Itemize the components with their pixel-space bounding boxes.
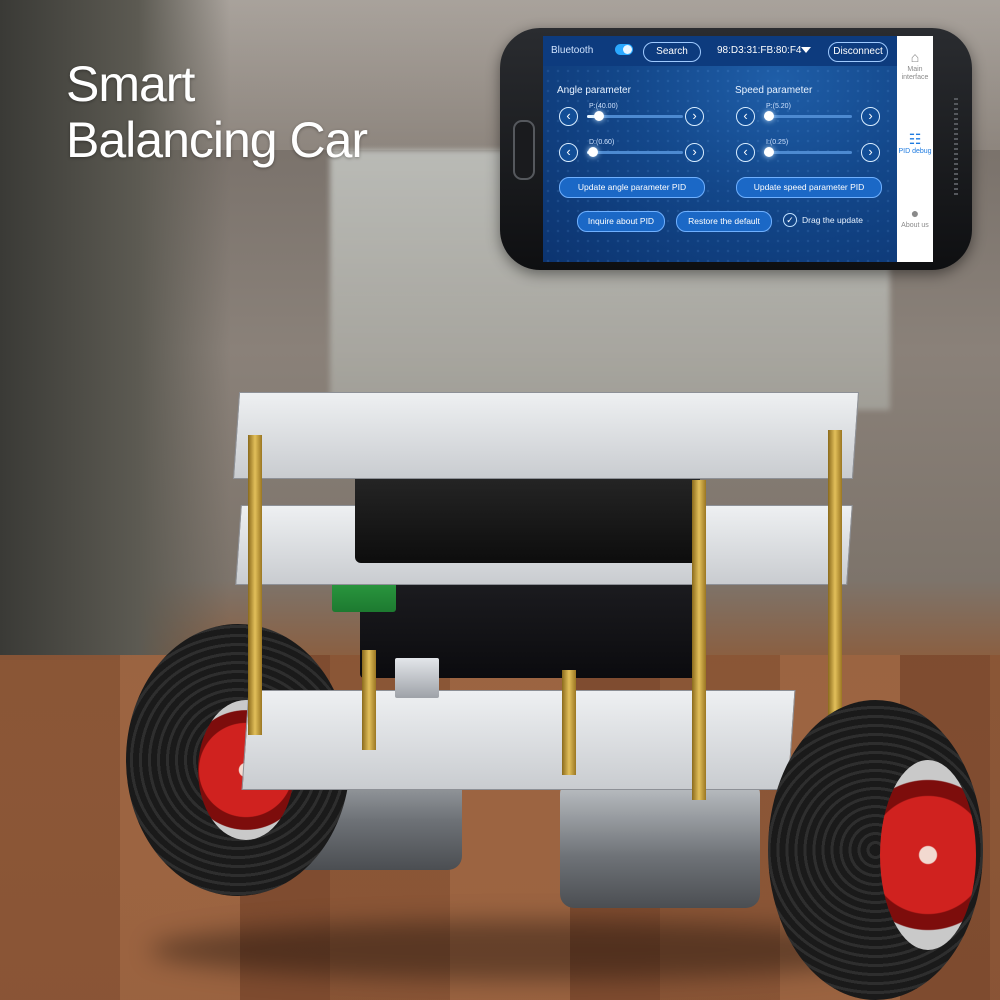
speed-i-slider[interactable]: I:(0.25) [764, 139, 852, 157]
angle-p-decrease-button[interactable]: ‹ [559, 107, 578, 126]
bluetooth-label: Bluetooth [551, 45, 594, 56]
sidebar-item-about-us[interactable]: ● About us [897, 206, 933, 230]
app-screen: Bluetooth Search 98:D3:31:FB:80:F4 Disco… [543, 36, 933, 262]
right-motor [560, 780, 760, 908]
angle-p-increase-button[interactable]: › [685, 107, 704, 126]
speed-i-increase-button[interactable]: › [861, 143, 880, 162]
speed-p-increase-button[interactable]: › [861, 107, 880, 126]
speed-p-value: P:(5.20) [766, 103, 791, 110]
brass-standoff [248, 435, 262, 735]
person-icon: ● [910, 205, 920, 221]
brass-standoff [562, 670, 576, 775]
app-sidebar: ⌂ Main interface ☷ PID debug ● About us [897, 36, 933, 262]
phone-home-button[interactable] [513, 120, 535, 180]
sidebar-item-label: Main interface [901, 66, 929, 81]
headline-line-1: Smart [66, 56, 195, 112]
chevron-down-icon[interactable] [801, 47, 811, 53]
right-wheel-hub [880, 760, 976, 950]
sidebar-item-label: About us [901, 222, 929, 229]
headline: Smart Balancing Car [66, 56, 368, 168]
speed-parameter-title: Speed parameter [735, 85, 813, 96]
disconnect-button[interactable]: Disconnect [828, 42, 888, 62]
speed-p-decrease-button[interactable]: ‹ [736, 107, 755, 126]
headline-line-2: Balancing Car [66, 112, 368, 168]
usb-port [395, 658, 439, 698]
phone-speaker-grille [954, 98, 958, 198]
angle-d-increase-button[interactable]: › [685, 143, 704, 162]
sidebar-item-label: PID debug [898, 148, 932, 155]
top-plate [232, 392, 860, 479]
speed-p-slider[interactable]: P:(5.20) [764, 103, 852, 121]
sidebar-item-main-interface[interactable]: ⌂ Main interface [897, 50, 933, 82]
sliders-icon: ☷ [908, 131, 922, 147]
angle-d-decrease-button[interactable]: ‹ [559, 143, 578, 162]
angle-parameter-title: Angle parameter [557, 85, 631, 96]
phone: Bluetooth Search 98:D3:31:FB:80:F4 Disco… [500, 28, 972, 270]
home-icon: ⌂ [910, 49, 920, 65]
angle-p-value: P:(40.00) [589, 103, 618, 110]
brass-standoff [828, 430, 842, 720]
angle-p-slider[interactable]: P:(40.00) [587, 103, 683, 121]
search-button[interactable]: Search [643, 42, 701, 62]
update-angle-pid-button[interactable]: Update angle parameter PID [559, 177, 705, 198]
slider-knob[interactable] [764, 147, 774, 157]
device-address-select[interactable]: 98:D3:31:FB:80:F4 [717, 45, 802, 56]
drag-update-label: Drag the update [802, 215, 863, 225]
drag-update-checkbox[interactable]: ✓ [783, 213, 797, 227]
slider-knob[interactable] [594, 111, 604, 121]
angle-d-value: D:(0.60) [589, 139, 615, 146]
bluetooth-toggle[interactable] [615, 44, 633, 55]
inquire-pid-button[interactable]: Inquire about PID [577, 211, 665, 232]
update-speed-pid-button[interactable]: Update speed parameter PID [736, 177, 882, 198]
bottom-plate [241, 690, 796, 790]
restore-default-button[interactable]: Restore the default [676, 211, 772, 232]
sidebar-item-pid-debug[interactable]: ☷ PID debug [897, 132, 933, 156]
speed-i-decrease-button[interactable]: ‹ [736, 143, 755, 162]
brass-standoff [362, 650, 376, 750]
slider-knob[interactable] [764, 111, 774, 121]
angle-d-slider[interactable]: D:(0.60) [587, 139, 683, 157]
app-topbar: Bluetooth Search 98:D3:31:FB:80:F4 Disco… [543, 36, 897, 66]
speed-i-value: I:(0.25) [766, 139, 789, 146]
brass-standoff [692, 480, 706, 800]
slider-knob[interactable] [588, 147, 598, 157]
